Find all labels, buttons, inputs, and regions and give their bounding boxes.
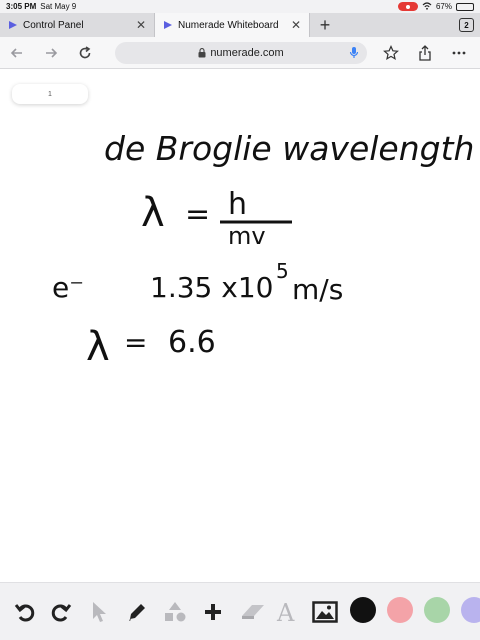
handwriting-speed-value: 1.35 x10 — [150, 271, 273, 304]
handwriting-numerator: h — [228, 187, 247, 222]
numerade-favicon-icon — [9, 21, 17, 29]
battery-icon — [456, 2, 474, 11]
share-button[interactable] — [408, 37, 442, 69]
color-swatch-green[interactable] — [424, 597, 450, 623]
tab-label: Control Panel — [23, 19, 84, 31]
status-date: Sat May 9 — [40, 2, 77, 11]
tab-close-icon[interactable]: ✕ — [291, 18, 301, 32]
pen-icon — [129, 604, 145, 621]
tab-bar: Control Panel ✕ Numerade Whiteboard ✕ + … — [0, 13, 480, 37]
url-text: numerade.com — [210, 47, 284, 59]
tab-count-button[interactable]: 2 — [459, 18, 474, 32]
handwriting-units: m/s — [292, 273, 343, 306]
bookmark-button[interactable] — [374, 37, 408, 69]
handwriting-title: de Broglie wavelength — [104, 129, 474, 168]
star-icon — [383, 45, 399, 61]
color-swatch-pink[interactable] — [387, 597, 413, 623]
image-tool[interactable] — [310, 597, 340, 627]
handwriting-equals: = — [185, 197, 210, 232]
numerade-favicon-icon — [164, 21, 172, 29]
share-icon — [419, 45, 431, 61]
tab-numerade-whiteboard[interactable]: Numerade Whiteboard ✕ — [155, 13, 310, 37]
shapes-icon — [165, 602, 186, 622]
forward-button[interactable] — [34, 37, 68, 69]
text-icon: A — [276, 600, 295, 624]
eraser-icon — [242, 605, 264, 619]
battery-percent: 67% — [435, 2, 452, 11]
select-tool[interactable] — [84, 597, 114, 627]
handwriting-denominator: mv — [228, 222, 266, 250]
handwriting-result-partial: 6.6 — [168, 325, 216, 360]
redo-icon — [51, 604, 72, 622]
handwriting-exponent: 5 — [276, 259, 289, 283]
tab-control-panel[interactable]: Control Panel ✕ — [0, 13, 155, 37]
handwriting-electron: e⁻ — [52, 271, 84, 304]
arrow-left-icon — [10, 47, 22, 58]
eraser-tool[interactable] — [238, 597, 268, 627]
browser-toolbar: numerade.com — [0, 37, 480, 69]
undo-button[interactable] — [10, 597, 40, 627]
screen-recording-icon — [397, 2, 418, 11]
redo-button[interactable] — [46, 597, 76, 627]
toolbar-right-group — [374, 37, 476, 69]
reload-icon — [79, 45, 91, 58]
status-bar: 3:05 PM Sat May 9 67% — [0, 0, 480, 13]
tab-close-icon[interactable]: ✕ — [136, 18, 146, 32]
image-icon — [312, 601, 338, 623]
back-button[interactable] — [0, 37, 34, 69]
handwriting-lambda-2: λ — [86, 324, 110, 370]
drawing-toolbar: A — [0, 582, 480, 640]
svg-text:A: A — [276, 600, 295, 624]
plus-icon — [205, 604, 221, 620]
color-swatch-black[interactable] — [350, 597, 376, 623]
microphone-icon[interactable] — [349, 46, 359, 60]
page-indicator[interactable]: 1 — [12, 84, 88, 104]
arrow-right-icon — [46, 47, 58, 58]
whiteboard-canvas[interactable]: de Broglie wavelength λ = h mv e⁻ 1.35 x… — [0, 70, 480, 580]
text-tool[interactable]: A — [272, 597, 302, 627]
handwriting-lambda: λ — [141, 190, 165, 236]
tab-label: Numerade Whiteboard — [178, 19, 279, 31]
address-bar[interactable]: numerade.com — [115, 42, 367, 64]
reload-button[interactable] — [68, 37, 102, 69]
wifi-icon — [422, 1, 432, 12]
handwriting-equals-2: = — [124, 326, 147, 359]
pointer-icon — [93, 602, 106, 622]
more-menu-button[interactable] — [442, 37, 476, 69]
undo-icon — [14, 604, 35, 622]
color-swatch-lavender[interactable] — [461, 597, 480, 623]
new-tab-button[interactable]: + — [310, 13, 340, 37]
lock-icon — [198, 48, 206, 58]
status-time: 3:05 PM — [6, 2, 37, 11]
pen-tool[interactable] — [122, 597, 152, 627]
add-button[interactable] — [198, 597, 228, 627]
more-dots-icon — [452, 51, 466, 55]
shapes-tool[interactable] — [160, 597, 190, 627]
